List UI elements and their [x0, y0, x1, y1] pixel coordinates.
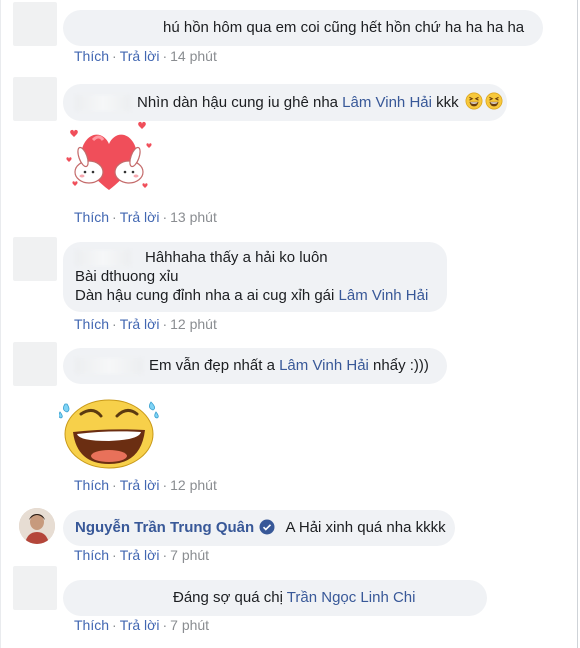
- like-link[interactable]: Thích: [74, 547, 109, 563]
- comment-actions: Thích · Trả lời · 14 phút: [74, 48, 217, 64]
- avatar[interactable]: [13, 566, 57, 610]
- comment-text-end: kkk: [431, 94, 459, 111]
- comment-line-3: Dàn hậu cung đỉnh nha a ai cug xỉh gái: [75, 287, 339, 304]
- avatar[interactable]: [13, 237, 57, 281]
- comment-line-1: Hâhhaha thấy a hải ko luôn: [145, 249, 328, 266]
- reply-link[interactable]: Trả lời: [120, 209, 160, 225]
- like-link[interactable]: Thích: [74, 316, 109, 332]
- comment-bubble: hú hồn hôm qua em coi cũng hết hồn chứ h…: [63, 10, 543, 46]
- comment-actions: Thích · Trả lời · 7 phút: [74, 617, 210, 633]
- like-link[interactable]: Thích: [74, 617, 109, 633]
- comment-bubble: Nguyễn Trần Trung Quân A Hải xinh quá nh…: [63, 510, 455, 546]
- mention-link[interactable]: Lâm Vinh Hải: [279, 357, 369, 374]
- comment-line-2: Bài dthuong xỉu: [75, 268, 179, 285]
- like-link[interactable]: Thích: [74, 209, 109, 225]
- author-name[interactable]: Nguyễn Trần Trung Quân: [75, 519, 254, 536]
- blurred-author: [75, 250, 131, 267]
- comment-bubble: Em vẫn đẹp nhất a Lâm Vinh Hải nhẩy :))): [63, 348, 447, 384]
- avatar[interactable]: [13, 342, 57, 386]
- reply-link[interactable]: Trả lời: [120, 316, 160, 332]
- comment-text: A Hải xinh quá nha kkkk: [285, 519, 446, 536]
- avatar[interactable]: [13, 2, 57, 46]
- comment-bubble: Hâhhaha thấy a hải ko luôn Bài dthuong x…: [63, 242, 447, 312]
- timestamp[interactable]: 7 phút: [170, 617, 209, 633]
- mention-link[interactable]: Lâm Vinh Hải: [342, 94, 432, 111]
- like-link[interactable]: Thích: [74, 48, 109, 64]
- timestamp[interactable]: 12 phút: [170, 316, 217, 332]
- laughing-tears-face-sticker[interactable]: [59, 392, 159, 470]
- comment-thread: hú hồn hôm qua em coi cũng hết hồn chứ h…: [0, 0, 578, 648]
- comment-actions: Thích · Trả lời · 13 phút: [74, 209, 217, 225]
- like-link[interactable]: Thích: [74, 477, 109, 493]
- comment-text-end: nhẩy :))): [368, 357, 429, 374]
- grinning-squinting-face-icon: [465, 92, 483, 110]
- grinning-squinting-face-icon: [485, 92, 503, 110]
- bunnies-holding-heart-sticker[interactable]: [63, 120, 155, 196]
- timestamp[interactable]: 12 phút: [170, 477, 217, 493]
- mention-link[interactable]: Lâm Vinh Hải: [339, 287, 429, 304]
- comment-text: hú hồn hôm qua em coi cũng hết hồn chứ h…: [163, 19, 525, 36]
- comment-text: Em vẫn đẹp nhất a: [149, 357, 280, 374]
- avatar[interactable]: [13, 77, 57, 121]
- mention-link[interactable]: Trần Ngọc Linh Chi: [287, 589, 416, 606]
- timestamp[interactable]: 7 phút: [170, 547, 209, 563]
- comment-actions: Thích · Trả lời · 12 phút: [74, 316, 217, 332]
- reply-link[interactable]: Trả lời: [120, 617, 160, 633]
- timestamp[interactable]: 13 phút: [170, 209, 217, 225]
- comment-bubble: Đáng sợ quá chị Trần Ngọc Linh Chi: [63, 580, 487, 616]
- reply-link[interactable]: Trả lời: [120, 547, 160, 563]
- reply-link[interactable]: Trả lời: [120, 48, 160, 64]
- timestamp[interactable]: 14 phút: [170, 48, 217, 64]
- profile-photo-icon: [19, 508, 55, 544]
- avatar[interactable]: [19, 508, 55, 544]
- blurred-author: [75, 95, 131, 112]
- verified-badge-icon: [259, 519, 275, 535]
- comment-actions: Thích · Trả lời · 7 phút: [74, 547, 210, 563]
- comment-text: Đáng sợ quá chị: [173, 589, 287, 606]
- reply-link[interactable]: Trả lời: [120, 477, 160, 493]
- blurred-author: [75, 358, 143, 375]
- comment-actions: Thích · Trả lời · 12 phút: [74, 477, 217, 493]
- comment-text: Nhìn dàn hậu cung iu ghê nha: [137, 94, 343, 111]
- comment-bubble: Nhìn dàn hậu cung iu ghê nha Lâm Vinh Hả…: [63, 84, 507, 121]
